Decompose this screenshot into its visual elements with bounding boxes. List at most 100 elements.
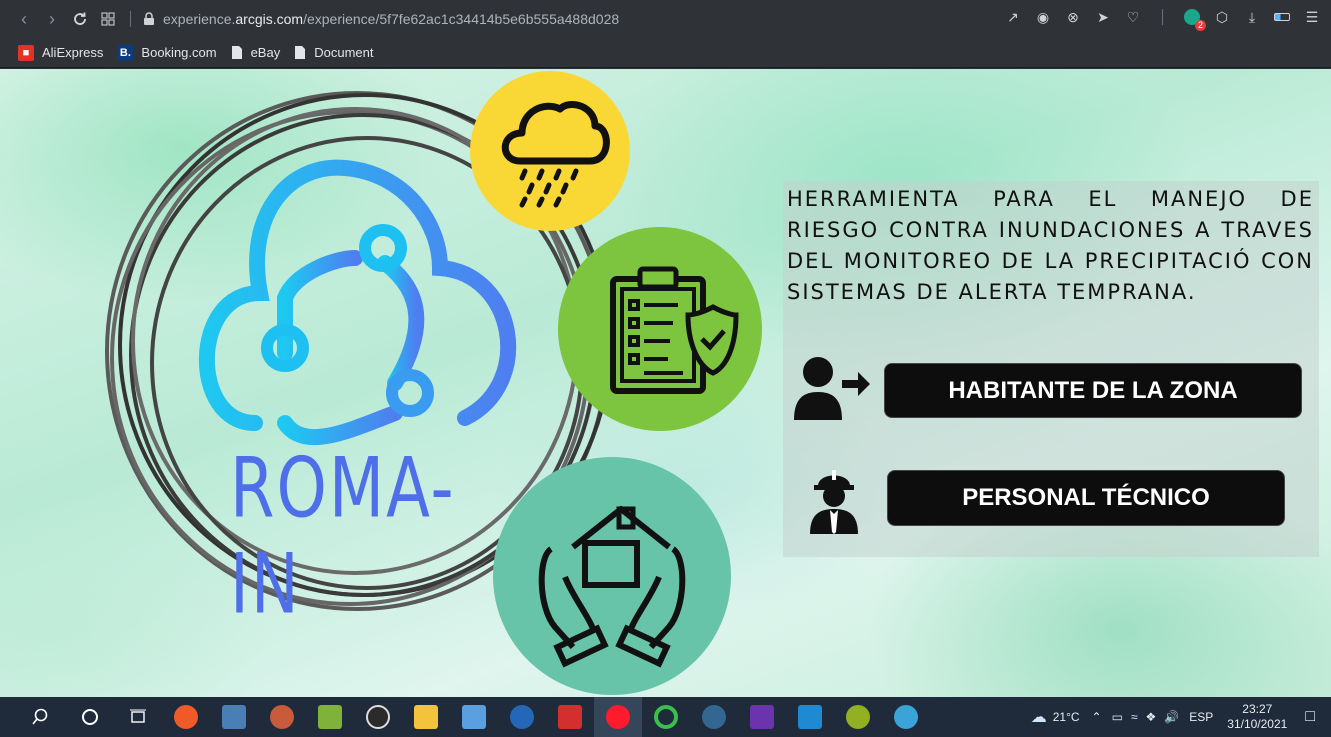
- circuit-node-icon: [359, 224, 407, 272]
- cloud-circuit-icon: [198, 159, 517, 446]
- dropbox-icon[interactable]: ❖: [1146, 710, 1157, 724]
- browser-toolbar: ‹ › experience.arcgis.com/experience/5f7…: [0, 0, 1331, 38]
- url-path: /experience/5f7fe62ac1c34414b5e6b555a488…: [303, 11, 620, 27]
- ring-icon: [654, 705, 678, 729]
- acrobat-icon: [558, 705, 582, 729]
- toolbar-actions: ↗ ◉ ⊗ ➤ ♡ 2 ⬡ ⤓ ☰: [1004, 8, 1321, 31]
- swift-icon: [174, 705, 198, 729]
- cube-icon[interactable]: ⬡: [1213, 8, 1231, 26]
- taskbar-app[interactable]: [354, 697, 402, 737]
- notification-icon[interactable]: □: [1305, 708, 1315, 726]
- search-icon: [32, 708, 48, 725]
- document-icon: [231, 46, 242, 59]
- grid-icon: [101, 12, 115, 26]
- clock[interactable]: 23:27 31/10/2021: [1227, 702, 1287, 732]
- resident-button[interactable]: HABITANTE DE LA ZONA: [884, 363, 1302, 418]
- engineer-icon: [810, 470, 858, 534]
- tabs-grid-button[interactable]: [94, 5, 122, 33]
- taskbar-app[interactable]: [258, 697, 306, 737]
- bookmark-document[interactable]: Document: [294, 45, 373, 60]
- extension-badge: 2: [1194, 20, 1206, 31]
- download-icon[interactable]: ⤓: [1243, 8, 1261, 26]
- battery-icon[interactable]: ▭: [1112, 710, 1123, 724]
- share-icon[interactable]: ↗: [1004, 8, 1022, 26]
- taskbar-app[interactable]: [162, 697, 210, 737]
- visual-studio-icon: [750, 705, 774, 729]
- checklist-circle: [558, 227, 762, 431]
- magnifier-app-icon: [894, 705, 918, 729]
- bookmark-ebay[interactable]: eBay: [231, 45, 281, 60]
- taskbar-app[interactable]: [690, 697, 738, 737]
- system-tray: ☁ 21°C ⌃ ▭ ≈ ❖ 🔊 ESP 23:27 31/10/2021 □: [1031, 697, 1331, 737]
- taskbar-app[interactable]: [738, 697, 786, 737]
- weather-temp[interactable]: 21°C: [1053, 710, 1080, 724]
- bookmark-booking[interactable]: B. Booking.com: [117, 44, 217, 61]
- taskbar-app-active[interactable]: [594, 697, 642, 737]
- battery-saver-icon[interactable]: [1273, 8, 1291, 26]
- taskbar-app[interactable]: [786, 697, 834, 737]
- postgres-icon: [702, 705, 726, 729]
- close-circle-icon[interactable]: ⊗: [1064, 8, 1082, 26]
- bookmark-aliexpress[interactable]: ■ AliExpress: [18, 44, 104, 61]
- reload-button[interactable]: [66, 5, 94, 33]
- obs-icon: [366, 705, 390, 729]
- url-prefix: experience.: [163, 11, 236, 27]
- taskbar-app[interactable]: [402, 697, 450, 737]
- taskbar-app[interactable]: [642, 697, 690, 737]
- bookmark-label: AliExpress: [42, 45, 104, 60]
- experience-page: ROMA-IN HERRAMIENTA PARA EL MANEJO DE RI…: [0, 69, 1331, 697]
- technical-button[interactable]: PERSONAL TÉCNICO: [887, 470, 1285, 526]
- heart-icon[interactable]: ♡: [1124, 8, 1142, 26]
- cortana-icon: [82, 709, 98, 725]
- qgis-icon: [846, 705, 870, 729]
- taskbar-app[interactable]: [882, 697, 930, 737]
- tool-description: HERRAMIENTA PARA EL MANEJO DE RIESGO CON…: [787, 187, 1314, 304]
- forward-button[interactable]: ›: [38, 5, 66, 33]
- film-icon: [222, 705, 246, 729]
- language-indicator[interactable]: ESP: [1189, 710, 1213, 724]
- user-arrow-icon: [794, 357, 870, 420]
- menu-icon[interactable]: ☰: [1303, 8, 1321, 26]
- logo-text: ROMA-IN: [230, 441, 456, 634]
- rain-cloud-icon: [501, 101, 610, 208]
- r-icon: [510, 705, 534, 729]
- clock-date: 31/10/2021: [1227, 717, 1288, 731]
- clock-time: 23:27: [1242, 702, 1273, 716]
- bookmark-label: eBay: [250, 45, 281, 60]
- opera-icon: [606, 705, 630, 729]
- weather-icon[interactable]: ☁: [1031, 707, 1047, 727]
- search-button[interactable]: [14, 697, 66, 737]
- lock-icon: [144, 12, 154, 25]
- aliexpress-icon: ■: [18, 44, 34, 61]
- address-bar[interactable]: experience.arcgis.com/experience/5f7fe62…: [163, 11, 619, 27]
- spiral-icon: [270, 705, 294, 729]
- rain-circle: [470, 71, 630, 231]
- taskbar-app[interactable]: [546, 697, 594, 737]
- circuit-node-icon: [386, 369, 434, 417]
- taskbar-app[interactable]: [210, 697, 258, 737]
- reload-icon: [74, 12, 86, 25]
- bookmark-label: Booking.com: [141, 45, 217, 60]
- taskbar-app[interactable]: [450, 697, 498, 737]
- taskbar-app[interactable]: [834, 697, 882, 737]
- back-button[interactable]: ‹: [10, 5, 38, 33]
- wifi-icon[interactable]: ≈: [1131, 710, 1138, 724]
- taskbar-app[interactable]: [498, 697, 546, 737]
- send-icon[interactable]: ➤: [1094, 8, 1112, 26]
- taskbar-app[interactable]: [306, 697, 354, 737]
- folder-icon: [414, 705, 438, 729]
- extension-icon[interactable]: 2: [1183, 8, 1206, 31]
- house-circle: [493, 457, 731, 695]
- task-view-button[interactable]: [114, 697, 162, 737]
- vscode-icon: [798, 705, 822, 729]
- arcgis-pro-icon: [318, 705, 342, 729]
- cube-app-icon: [462, 705, 486, 729]
- taskbar: ☁ 21°C ⌃ ▭ ≈ ❖ 🔊 ESP 23:27 31/10/2021 □: [0, 697, 1331, 737]
- chevron-up-icon[interactable]: ⌃: [1092, 710, 1102, 724]
- volume-icon[interactable]: 🔊: [1164, 710, 1179, 724]
- booking-icon: B.: [117, 44, 134, 61]
- url-domain: arcgis.com: [235, 11, 304, 27]
- cortana-button[interactable]: [66, 697, 114, 737]
- camera-icon[interactable]: ◉: [1034, 8, 1052, 26]
- bookmark-label: Document: [314, 45, 374, 60]
